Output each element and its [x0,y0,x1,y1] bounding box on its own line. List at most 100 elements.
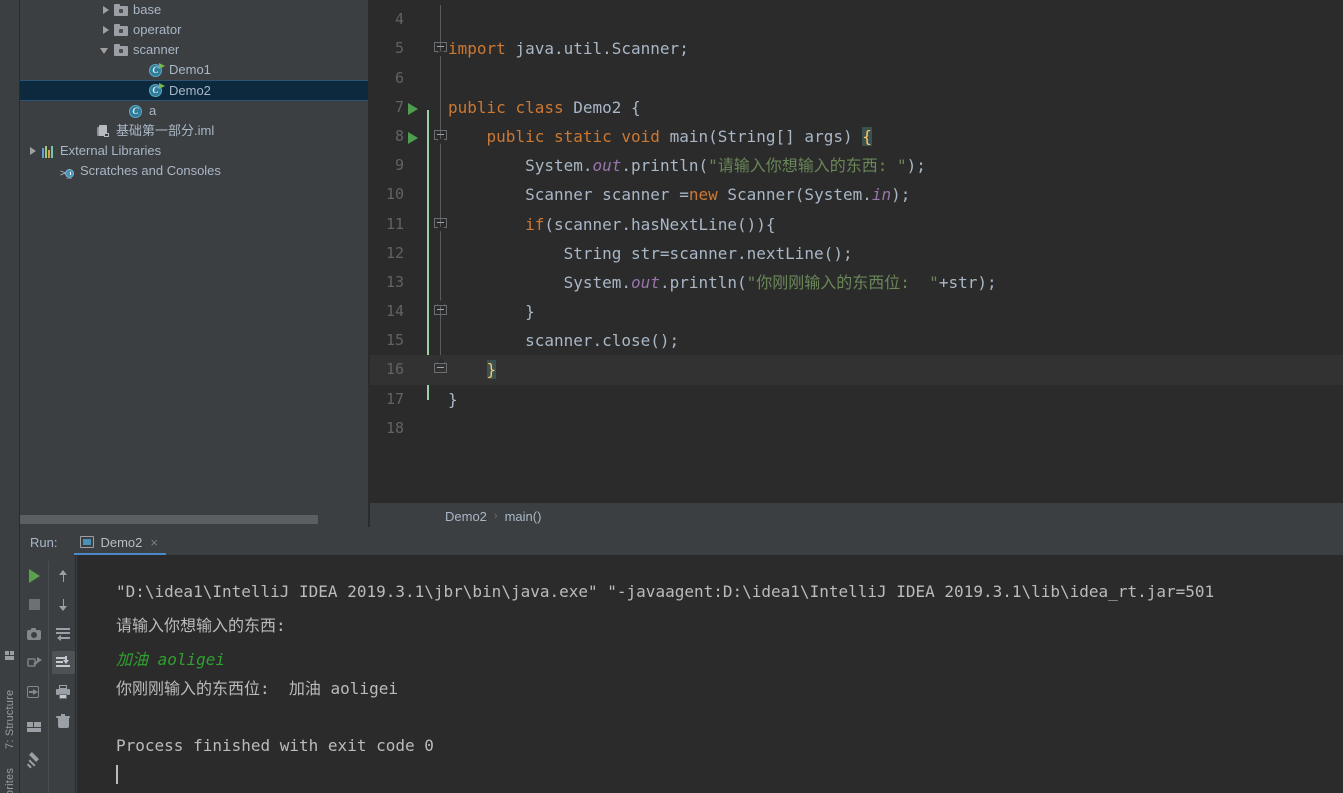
fold-marker-icon[interactable] [434,305,447,319]
code-editor[interactable]: 3import org.w3c.dom.ls.LSOutput;45import… [370,0,1343,503]
tree-item-demo2[interactable]: C Demo2 [20,80,368,101]
code-line-9[interactable]: 9 System.out.println("请输入你想输入的东西: "); [370,151,1343,180]
code-line-18[interactable]: 18 [370,414,1343,443]
console-line-2: 请输入你想输入的东西: [116,616,286,635]
run-tool-window-header: Run: Demo2 × [20,529,1343,555]
code-text: public static void main(String[] args) { [486,126,872,146]
code-line-12[interactable]: 12 String str=scanner.nextLine(); [370,239,1343,268]
tree-item-label: scanner [133,42,180,57]
folder-icon [114,4,128,16]
stop-button[interactable] [20,590,48,619]
tool-window-button-favorites[interactable]: Favorites [0,745,20,793]
run-toolbar [20,555,76,793]
pin-tab-button[interactable] [20,740,48,774]
fold-marker-icon[interactable] [434,217,447,232]
close-icon[interactable]: × [150,535,158,550]
tree-item-external-libraries[interactable]: External Libraries [20,141,368,161]
tree-item-a[interactable]: Ca [20,101,368,121]
breadcrumb[interactable]: Demo2 › main() [370,503,1343,529]
fold-marker-icon[interactable] [434,363,447,377]
code-line-7[interactable]: 7 public class Demo2 { [370,93,1343,122]
left-tool-window-rail: 7: Structure Favorites [0,0,20,793]
line-number: 18 [385,418,404,437]
folder-icon [114,24,128,36]
clear-all-button[interactable] [49,706,77,735]
code-line-13[interactable]: 13 System.out.println("你刚刚输入的东西位: "+str)… [370,268,1343,297]
line-number: 13 [385,272,404,291]
run-tab-demo2[interactable]: Demo2 × [74,529,166,555]
layout-button[interactable] [20,706,48,740]
line-number: 17 [385,389,404,408]
scrollbar-thumb[interactable] [20,515,318,524]
rerun-button[interactable] [20,561,48,590]
structure-icon [5,651,14,660]
code-line-8[interactable]: 8 public static void main(String[] args)… [370,122,1343,151]
intellij-idea-window: 7: Structure Favorites base operator scann… [0,0,1343,793]
tree-item-label: base [133,2,162,17]
favorites-label: Favorites [4,767,16,793]
chevron-right-icon[interactable] [100,25,111,36]
java-class-icon: C [149,83,165,98]
tree-item-label: Demo2 [169,82,211,98]
structure-label: 7: Structure [4,689,16,749]
line-number: 15 [385,331,404,350]
code-text: if(scanner.hasNextLine()){ [525,214,776,234]
export-button[interactable] [20,677,48,706]
code-text: } [448,302,535,322]
up-button[interactable] [49,561,77,590]
breadcrumb-separator: › [493,510,498,522]
tree-item-label: operator [133,22,182,37]
console-line-1: "D:\idea1\IntelliJ IDEA 2019.3.1\jbr\bin… [116,582,1215,601]
soft-wrap-button[interactable] [49,619,77,648]
rerun-failed-button[interactable] [20,648,48,677]
tree-item-scanner[interactable]: scanner [20,40,368,60]
code-line-17[interactable]: 17} [370,385,1343,414]
scroll-to-end-button[interactable] [49,648,77,677]
code-text: System.out.println("你刚刚输入的东西位: "+str); [448,272,997,292]
module-iml-icon [97,124,111,138]
gutter-run-icon[interactable] [408,102,418,115]
code-line-14[interactable]: 14 } [370,297,1343,326]
tree-item-demo1[interactable]: C Demo1 [20,60,368,80]
code-line-4[interactable]: 4 [370,5,1343,34]
run-label: Run: [30,534,58,550]
code-text: String str=scanner.nextLine(); [448,243,853,263]
chevron-down-icon[interactable] [100,45,111,56]
line-number: 16 [385,360,404,379]
code-line-16[interactable]: 16 } [370,355,1343,385]
fold-marker-icon[interactable] [434,42,447,57]
code-text: scanner.close(); [448,331,680,351]
tree-item-operator[interactable]: operator [20,20,368,40]
screenshot-button[interactable] [20,619,48,648]
breadcrumb-class[interactable]: Demo2 [445,509,487,524]
chevron-right-icon[interactable] [100,5,111,16]
line-number: 4 [394,10,404,29]
code-line-15[interactable]: 15 scanner.close(); [370,326,1343,355]
tree-item-scratches-and-consoles[interactable]: >_ Scratches and Consoles [20,161,368,181]
print-button[interactable] [49,677,77,706]
tree-item-label: Scratches and Consoles [80,163,221,178]
tree-item-base[interactable]: base [20,0,368,20]
code-line-10[interactable]: 10 Scanner scanner =new Scanner(System.i… [370,180,1343,209]
down-button[interactable] [49,590,77,619]
tree-item-iml[interactable]: 基础第一部分.iml [20,121,368,141]
tree-item-label: External Libraries [60,143,162,158]
fold-marker-icon[interactable] [434,129,447,144]
line-number: 5 [394,39,404,58]
line-number: 14 [385,302,404,321]
code-line-6[interactable]: 6 [370,64,1343,93]
line-number: 9 [394,156,404,175]
chevron-right-icon[interactable] [27,146,38,157]
gutter-run-icon[interactable] [408,131,418,144]
console-output[interactable]: "D:\idea1\IntelliJ IDEA 2019.3.1\jbr\bin… [77,555,1343,793]
code-line-5[interactable]: 5 import java.util.Scanner; [370,34,1343,63]
java-class-icon: C [149,62,165,78]
run-tool-window: Run: Demo2 × "D:\idea1\IntelliJ IDEA 201… [20,529,1343,793]
project-horizontal-scrollbar[interactable] [20,513,368,526]
code-text: } [486,360,497,380]
breadcrumb-method[interactable]: main() [505,509,542,524]
code-line-11[interactable]: 11 if(scanner.hasNextLine()){ [370,210,1343,239]
tool-window-button-structure[interactable]: 7: Structure [0,648,20,749]
tree-item-label: 基础第一部分.iml [116,123,215,138]
